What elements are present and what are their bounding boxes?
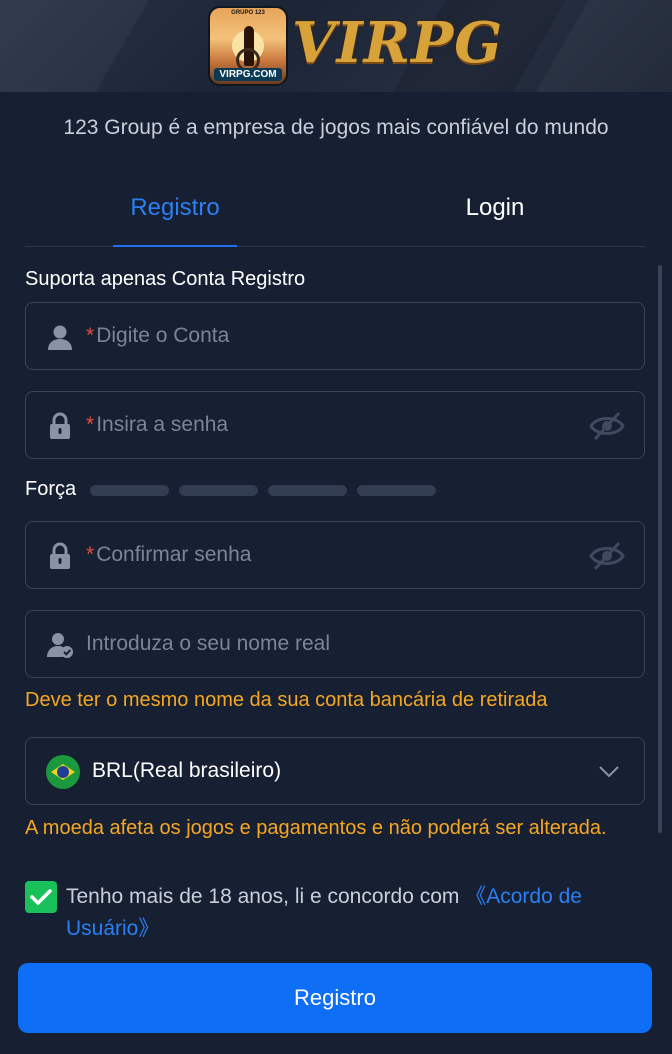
required-mark: * (86, 324, 95, 347)
strength-bar (357, 485, 436, 496)
realname-placeholder: Introduza o seu nome real (86, 632, 330, 655)
lock-icon (50, 412, 70, 439)
header-banner: GRUPO 123 VIRPG.COM VIRPG (0, 0, 672, 92)
logo-image[interactable]: GRUPO 123 VIRPG.COM (208, 6, 288, 86)
auth-tabs: Registro Login (25, 180, 645, 247)
strength-bar (268, 485, 347, 496)
password-input[interactable]: *Insira a senha (25, 391, 645, 459)
realname-hint: Deve ter o mesmo nome da sua conta bancá… (25, 689, 548, 711)
currency-select[interactable]: BRL(Real brasileiro) (25, 737, 645, 805)
account-placeholder: *Digite o Conta (86, 324, 230, 347)
lock-icon (50, 542, 70, 569)
background-shard (0, 0, 161, 92)
currency-value: BRL(Real brasileiro) (92, 759, 282, 782)
confirm-password-input[interactable]: *Confirmar senha (25, 521, 645, 589)
required-mark: * (86, 413, 95, 436)
user-check-icon (47, 633, 73, 658)
currency-hint: A moeda afeta os jogos e pagamentos e nã… (25, 817, 607, 839)
logo-top-text: GRUPO 123 (231, 10, 265, 16)
strength-label: Força (25, 478, 77, 500)
eye-off-icon[interactable] (588, 410, 626, 442)
password-placeholder: *Insira a senha (86, 413, 229, 436)
check-icon (30, 889, 52, 905)
logo-site-text: VIRPG.COM (214, 68, 282, 81)
brazil-flag-icon (46, 755, 80, 789)
section-label: Suporta apenas Conta Registro (25, 268, 306, 290)
chevron-down-icon (599, 766, 619, 778)
brand-name: VIRPG (292, 10, 504, 76)
agree-checkbox[interactable] (25, 881, 57, 913)
agreement-label: Tenho mais de 18 anos, li e concordo com (66, 885, 466, 908)
required-mark: * (86, 543, 95, 566)
strength-bar (90, 485, 169, 496)
eye-off-icon[interactable] (588, 540, 626, 572)
tagline: 123 Group é a empresa de jogos mais conf… (63, 116, 609, 139)
confirm-placeholder: *Confirmar senha (86, 543, 252, 566)
user-icon (48, 325, 72, 350)
agreement-text: Tenho mais de 18 anos, li e concordo com… (66, 881, 626, 945)
strength-bar (179, 485, 258, 496)
scrollbar[interactable] (658, 265, 662, 833)
account-input[interactable]: *Digite o Conta (25, 302, 645, 370)
tab-registro[interactable]: Registro (113, 180, 237, 247)
tab-login[interactable]: Login (433, 180, 557, 246)
realname-input[interactable]: Introduza o seu nome real (25, 610, 645, 678)
register-button[interactable]: Registro (18, 963, 652, 1033)
